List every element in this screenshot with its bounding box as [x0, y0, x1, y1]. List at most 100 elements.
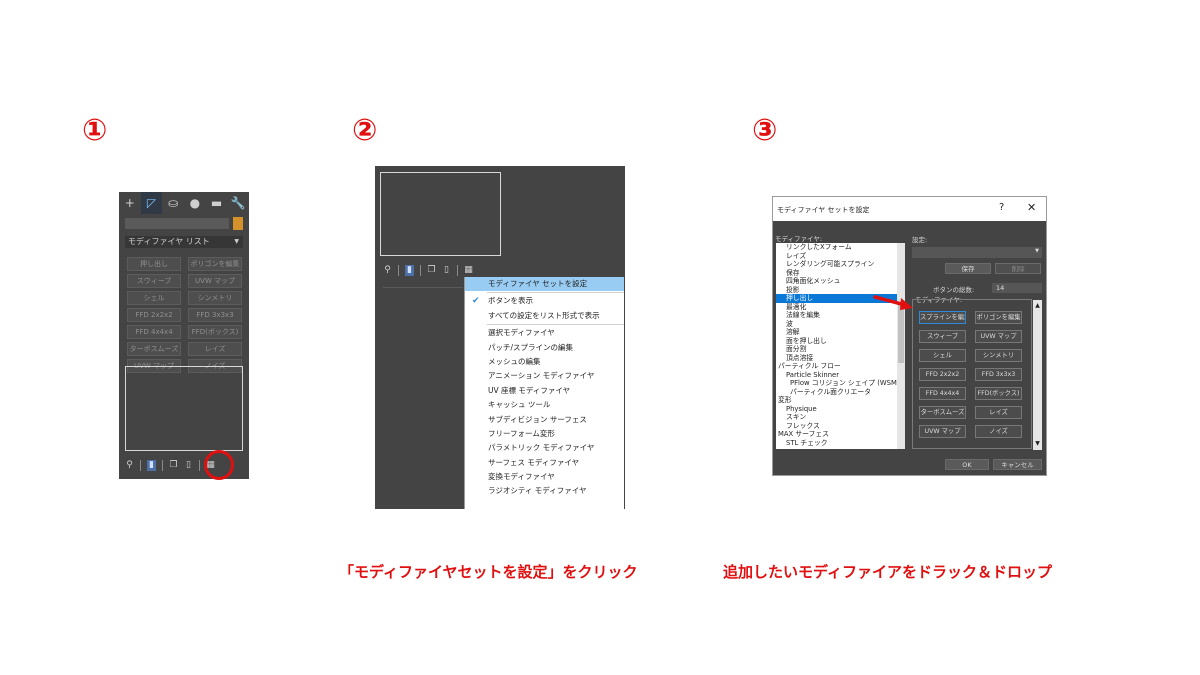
pin-icon[interactable]: ⚲ [383, 265, 392, 276]
close-button[interactable]: ✕ [1027, 201, 1036, 214]
modifier-button[interactable]: FFD 4x4x4 [127, 325, 181, 339]
modifier-list-item[interactable]: レイズ [776, 252, 905, 261]
set-button[interactable]: FFD 2x2x2 [919, 368, 966, 381]
modifier-button[interactable]: FFD 3x3x3 [188, 308, 242, 322]
chevron-down-icon: ▼ [1035, 248, 1039, 254]
modifier-list-item[interactable]: MAX サーフェス [776, 430, 905, 439]
make-unique-icon[interactable]: ❐ [169, 460, 178, 471]
modifier-button[interactable]: ポリゴンを編集 [188, 257, 242, 271]
highlight-circle [204, 450, 234, 480]
delete-button[interactable]: 削除 [995, 263, 1041, 274]
dialog-titlebar[interactable]: モディファイヤ セットを設定 ? ✕ [773, 197, 1046, 221]
menu-item[interactable]: ラジオシティ モディファイヤ [465, 484, 624, 498]
menu-item[interactable]: アニメーション モディファイヤ [465, 369, 624, 383]
modifier-button[interactable]: レイズ [188, 342, 242, 356]
list-scrollbar[interactable] [897, 243, 905, 449]
menu-item[interactable]: 変換モディファイヤ [465, 470, 624, 484]
sets-dropdown[interactable]: ▼ [912, 247, 1042, 258]
cancel-button[interactable]: キャンセル [993, 459, 1042, 470]
menu-item[interactable]: UV 座標 モディファイヤ [465, 384, 624, 398]
menu-item[interactable]: サブディビジョン サーフェス [465, 413, 624, 427]
set-button[interactable]: ターボスムーズ [919, 406, 966, 419]
set-button[interactable]: シンメトリ [975, 349, 1022, 362]
modifier-button[interactable]: FFD(ボックス) [188, 325, 242, 339]
modifier-button[interactable]: シェル [127, 291, 181, 305]
set-button[interactable]: スウィープ [919, 330, 966, 343]
modifier-list-item[interactable]: 波 [776, 320, 905, 329]
set-button[interactable]: FFD(ボックス) [975, 387, 1022, 400]
utilities-tab[interactable]: 🔧 [227, 192, 249, 214]
modifier-list-item[interactable]: 法線を編集 [776, 311, 905, 320]
menu-item[interactable]: メッシュの編集 [465, 355, 624, 369]
motion-tab[interactable]: ● [184, 192, 206, 214]
menu-item-show-all-sets[interactable]: すべての設定をリスト形式で表示 [465, 309, 624, 323]
ok-button[interactable]: OK [945, 459, 989, 470]
pin-icon[interactable]: ⚲ [125, 460, 134, 471]
modifier-button[interactable]: 押し出し [127, 257, 181, 271]
total-buttons-spinner[interactable]: 14 [992, 283, 1042, 293]
modifier-list-item[interactable]: フレックス [776, 422, 905, 431]
modifiers-list[interactable]: リンクしたXフォーム レイズ レンダリング可能スプライン 保存 四角面化メッシュ 投影 押し… [776, 243, 905, 449]
menu-item-show-buttons[interactable]: ✔ ボタンを表示 [465, 294, 624, 308]
modifier-button[interactable]: ターボスムーズ [127, 342, 181, 356]
modifier-button[interactable]: スウィープ [127, 274, 181, 288]
menu-item[interactable]: サーフェス モディファイヤ [465, 456, 624, 470]
make-unique-icon[interactable]: ❐ [427, 265, 436, 276]
show-end-result-icon[interactable]: ▮ [147, 459, 156, 471]
modifier-list-item[interactable]: 四角面化メッシュ [776, 277, 905, 286]
set-button[interactable]: スプラインを編集 [919, 311, 966, 324]
modifier-list-item[interactable]: リンクしたXフォーム [776, 243, 905, 252]
menu-item[interactable]: パラメトリック モディファイヤ [465, 441, 624, 455]
menu-item[interactable]: フリーフォーム変形 [465, 427, 624, 441]
modifier-list-item[interactable]: STL チェック [776, 439, 905, 448]
set-button[interactable]: UVW マップ [919, 425, 966, 438]
set-button[interactable]: FFD 4x4x4 [919, 387, 966, 400]
modifier-list-item[interactable]: レンダリング可能スプライン [776, 260, 905, 269]
modifier-list-item[interactable]: Particle Skinner [776, 371, 905, 380]
set-button[interactable]: レイズ [975, 406, 1022, 419]
modifier-button[interactable]: UVW マップ [188, 274, 242, 288]
set-button[interactable]: ノイズ [975, 425, 1022, 438]
object-color-swatch[interactable] [233, 217, 243, 230]
hierarchy-tab[interactable]: ⛀ [162, 192, 184, 214]
menu-item-configure-sets[interactable]: モディファイヤ セットを設定 [465, 277, 624, 292]
modifier-list-item[interactable]: パーティクル面クリエータ [776, 388, 905, 397]
create-tab[interactable]: + [119, 192, 141, 214]
modifier-stack-box[interactable] [125, 366, 243, 451]
modifier-stack-box[interactable] [380, 172, 501, 256]
buttons-scrollbar[interactable]: ▲ ▼ [1033, 300, 1042, 450]
save-button[interactable]: 保存 [945, 263, 991, 274]
scroll-thumb[interactable] [898, 303, 904, 363]
remove-modifier-icon[interactable]: ▯ [184, 460, 193, 471]
configure-modifier-sets-icon[interactable]: ▦ [464, 265, 473, 276]
modifier-list-item[interactable]: 頂点溶接 [776, 354, 905, 363]
set-button[interactable]: FFD 3x3x3 [975, 368, 1022, 381]
modifier-list-dropdown[interactable]: モディファイヤ リスト ▼ [125, 236, 243, 248]
modifier-list-item[interactable]: 保存 [776, 269, 905, 278]
help-button[interactable]: ? [999, 202, 1004, 213]
chevron-up-icon[interactable]: ▲ [1034, 302, 1041, 309]
modifier-list-item[interactable]: 変形 [776, 396, 905, 405]
modify-tab[interactable]: ◸ [140, 192, 163, 214]
modifier-list-item[interactable]: 溶解 [776, 328, 905, 337]
remove-modifier-icon[interactable]: ▯ [442, 265, 451, 276]
modifier-button[interactable]: シンメトリ [188, 291, 242, 305]
set-button[interactable]: シェル [919, 349, 966, 362]
show-end-result-icon[interactable]: ▮ [405, 264, 414, 276]
modifier-list-item[interactable]: スキン [776, 413, 905, 422]
set-button[interactable]: UVW マップ [975, 330, 1022, 343]
menu-item[interactable]: 選択モディファイヤ [465, 326, 624, 340]
set-button[interactable]: ポリゴンを編集 [975, 311, 1022, 324]
modifier-list-item[interactable]: Physique [776, 405, 905, 414]
menu-item[interactable]: キャッシュ ツール [465, 398, 624, 412]
modifier-list-item[interactable]: 面を押し出し [776, 337, 905, 346]
modifier-list-item[interactable]: PFlow コリジョン シェイプ (WSM) [776, 379, 905, 388]
modifier-button[interactable]: FFD 2x2x2 [127, 308, 181, 322]
modifier-list-item[interactable]: 投影 [776, 286, 905, 295]
menu-item[interactable]: パッチ/スプラインの編集 [465, 341, 624, 355]
chevron-down-icon[interactable]: ▼ [1034, 440, 1041, 447]
modifier-list-item[interactable]: 面分割 [776, 345, 905, 354]
display-tab[interactable]: ▬ [206, 192, 228, 214]
object-name-field[interactable] [125, 218, 229, 229]
modifier-list-item[interactable]: パーティクル フロー [776, 362, 905, 371]
